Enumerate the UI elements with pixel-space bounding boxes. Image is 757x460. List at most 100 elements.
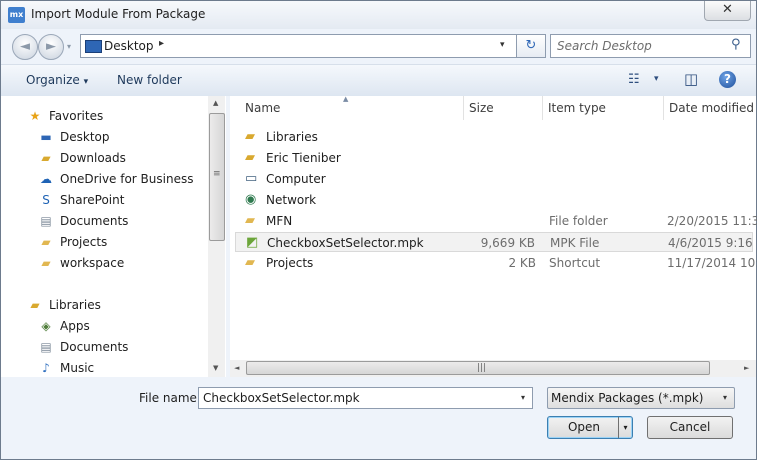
breadcrumb-chevron-icon[interactable]: ▸ xyxy=(159,38,164,49)
nav-item-label: Libraries xyxy=(49,298,101,312)
file-name: Projects xyxy=(266,256,314,270)
file-row[interactable]: ▭ Computer xyxy=(235,169,753,189)
open-button[interactable]: Open ▾ xyxy=(547,416,633,439)
file-row[interactable]: ▰ Eric Tieniber xyxy=(235,148,753,168)
file-name-dropdown-icon[interactable]: ▾ xyxy=(521,393,525,402)
nav-item[interactable]: S SharePoint xyxy=(1,191,206,211)
file-row[interactable]: ◩ CheckboxSetSelector.mpk 9,669 KB MPK File… xyxy=(235,232,757,252)
navigation-pane[interactable]: ★ Favorites ▬ Desktop ▰ Downloads ☁ OneDrive fo… xyxy=(1,96,226,377)
scroll-grip-icon: ≡ xyxy=(213,169,220,179)
organize-caret-icon: ▾ xyxy=(83,77,89,87)
column-divider[interactable] xyxy=(542,96,543,120)
nav-item-label: OneDrive for Business xyxy=(60,172,194,186)
file-type-dropdown-icon[interactable]: ▾ xyxy=(723,393,727,402)
navigation-scrollbar[interactable]: ▲ ≡ ▼ xyxy=(208,96,225,377)
search-input[interactable]: Search Desktop ⚲ xyxy=(550,34,751,58)
file-size: 9,669 KB xyxy=(480,236,535,250)
cancel-button[interactable]: Cancel xyxy=(647,416,733,439)
command-toolbar: Organize ▾ New folder ☷ ▾ ◫ ? xyxy=(1,64,756,97)
scroll-left-icon[interactable]: ◄ xyxy=(234,364,239,372)
preview-pane-icon[interactable]: ◫ xyxy=(684,70,698,88)
organize-button[interactable]: Organize ▾ xyxy=(26,73,88,87)
file-name: MFN xyxy=(266,214,293,228)
file-name-input[interactable]: CheckboxSetSelector.mpk ▾ xyxy=(198,387,533,409)
downloads-folder-icon: ▰ xyxy=(41,151,51,165)
nav-item-label: SharePoint xyxy=(60,193,125,207)
refresh-button[interactable]: ↻ xyxy=(517,34,546,58)
close-button[interactable]: ✕ xyxy=(704,1,751,21)
open-label: Open xyxy=(567,420,601,434)
file-row[interactable]: ▰ Projects 2 KB Shortcut 11/17/2014 10:5 xyxy=(235,253,757,273)
onedrive-icon: ☁ xyxy=(40,172,52,186)
column-header-item-type[interactable]: Item type xyxy=(548,96,606,120)
scroll-right-icon[interactable]: ► xyxy=(744,364,749,372)
help-icon[interactable]: ? xyxy=(719,71,736,88)
nav-item-label: workspace xyxy=(60,256,125,270)
scroll-thumb[interactable]: ≡ xyxy=(209,113,225,241)
file-date-modified: 2/20/2015 11:36 xyxy=(667,214,757,228)
nav-item-label: Documents xyxy=(60,214,129,228)
back-button[interactable]: ◄ xyxy=(12,34,38,60)
column-header-name[interactable]: Name xyxy=(245,96,280,120)
nav-item[interactable]: ◈ Apps xyxy=(1,317,206,337)
file-type-filter-select[interactable]: Mendix Packages (*.mpk) ▾ xyxy=(547,387,735,409)
column-header-date-modified[interactable]: Date modified xyxy=(669,96,754,120)
address-dropdown-icon[interactable]: ▾ xyxy=(500,40,505,50)
new-folder-button[interactable]: New folder xyxy=(117,73,182,87)
file-name: Libraries xyxy=(266,130,318,144)
search-icon[interactable]: ⚲ xyxy=(731,37,741,52)
libraries-icon: ▰ xyxy=(30,298,40,312)
file-name-value[interactable]: CheckboxSetSelector.mpk xyxy=(203,391,360,405)
scroll-up-icon[interactable]: ▲ xyxy=(213,99,218,107)
network-icon: ◉ xyxy=(245,192,257,207)
file-name: Eric Tieniber xyxy=(266,151,341,165)
apps-icon: ◈ xyxy=(41,319,51,333)
column-header-size[interactable]: Size xyxy=(469,96,494,120)
folder-icon: ▰ xyxy=(41,256,51,270)
nav-item[interactable]: ☁ OneDrive for Business xyxy=(1,170,206,190)
nav-item[interactable]: ▤ Documents xyxy=(1,338,206,358)
nav-item[interactable]: ▰ Projects xyxy=(1,233,206,253)
sharepoint-icon: S xyxy=(42,193,50,207)
file-list[interactable]: ▲ Name Size Item type Date modified ▰ Lib… xyxy=(230,95,757,377)
nav-item-label: Apps xyxy=(60,319,90,333)
shortcut-folder-icon: ▰ xyxy=(245,255,255,270)
file-row[interactable]: ▰ MFN File folder 2/20/2015 11:36 xyxy=(235,211,757,231)
view-options-caret-icon[interactable]: ▾ xyxy=(654,74,659,84)
desktop-icon: ▬ xyxy=(40,130,52,144)
column-divider[interactable] xyxy=(463,96,464,120)
document-icon: ▤ xyxy=(40,214,52,228)
nav-item[interactable]: ♪ Music xyxy=(1,359,206,379)
file-size: 2 KB xyxy=(508,256,536,270)
document-icon: ▤ xyxy=(40,340,52,354)
window-title: Import Module From Package xyxy=(31,7,206,21)
file-list-horizontal-scrollbar[interactable]: ◄ ||| ► xyxy=(230,360,756,377)
computer-icon: ▭ xyxy=(245,171,258,186)
nav-group-favorites[interactable]: ★ Favorites xyxy=(1,107,206,127)
nav-item[interactable]: ▰ workspace xyxy=(1,254,206,274)
recent-locations-dropdown-icon[interactable]: ▾ xyxy=(67,42,71,51)
open-options-caret-icon[interactable]: ▾ xyxy=(618,417,632,438)
nav-item-label: Music xyxy=(60,361,95,375)
nav-item[interactable]: ▰ Downloads xyxy=(1,149,206,169)
search-placeholder: Search Desktop xyxy=(557,39,652,53)
nav-group-libraries[interactable]: ▰ Libraries xyxy=(1,296,206,316)
scroll-down-icon[interactable]: ▼ xyxy=(213,364,218,372)
nav-item-label: Projects xyxy=(60,235,108,249)
nav-item[interactable]: ▬ Desktop xyxy=(1,128,206,148)
file-row[interactable]: ▰ Libraries xyxy=(235,127,753,147)
file-name: CheckboxSetSelector.mpk xyxy=(267,236,424,250)
change-view-icon[interactable]: ☷ xyxy=(628,72,640,87)
column-divider[interactable] xyxy=(663,96,664,120)
address-location[interactable]: Desktop xyxy=(104,39,154,53)
horizontal-scroll-thumb[interactable]: ||| xyxy=(246,361,710,375)
mendix-app-icon: mx xyxy=(8,7,25,23)
nav-item[interactable]: ▤ Documents xyxy=(1,212,206,232)
file-row[interactable]: ◉ Network xyxy=(235,190,753,210)
title-bar[interactable]: mx Import Module From Package ✕ xyxy=(1,1,756,29)
forward-button[interactable]: ► xyxy=(38,34,64,60)
address-bar[interactable]: Desktop ▸ ▾ xyxy=(80,34,517,58)
folder-icon: ▰ xyxy=(41,235,51,249)
import-dialog: mx Import Module From Package ✕ ◄ ► ▾ De… xyxy=(0,0,757,460)
file-date-modified: 11/17/2014 10:5 xyxy=(667,256,757,270)
